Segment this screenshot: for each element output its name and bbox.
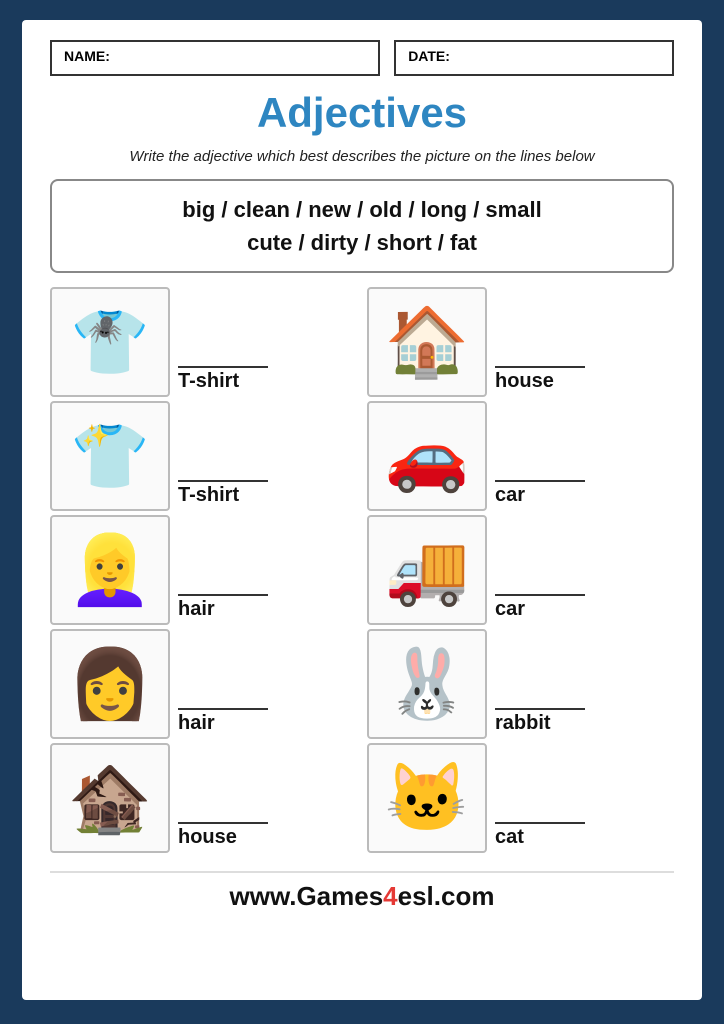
word-hair-1: hair bbox=[178, 598, 215, 621]
name-label: NAME: bbox=[64, 48, 110, 64]
answer-house-1: house bbox=[487, 366, 674, 397]
image-cat: 🐱 bbox=[367, 743, 487, 853]
image-short-hair: 👱‍♀️ bbox=[50, 515, 170, 625]
left-item-4: 👩 hair bbox=[50, 629, 357, 739]
answer-line-hair-1[interactable] bbox=[178, 594, 268, 596]
image-big-car: 🚚 bbox=[367, 515, 487, 625]
image-long-hair: 👩 bbox=[50, 629, 170, 739]
image-car-1: 🚗 bbox=[367, 401, 487, 511]
right-item-1: 🏠 house bbox=[367, 287, 674, 397]
word-bank-line2: cute / dirty / short / fat bbox=[70, 226, 654, 259]
left-item-2: 👕✨ T-shirt bbox=[50, 401, 357, 511]
answer-hair-2: hair bbox=[170, 708, 357, 739]
word-tshirt-2: T-shirt bbox=[178, 484, 239, 507]
worksheet-page: NAME: DATE: Adjectives Write the adjecti… bbox=[22, 20, 702, 1000]
right-item-5: 🐱 cat bbox=[367, 743, 674, 853]
answer-line-house-1[interactable] bbox=[495, 366, 585, 368]
word-bank-line1: big / clean / new / old / long / small bbox=[70, 193, 654, 226]
footer-text-before: www.Games bbox=[230, 881, 384, 911]
right-item-4: 🐰 rabbit bbox=[367, 629, 674, 739]
word-house-2: house bbox=[178, 826, 237, 849]
exercise-grid: 👕🕷️ T-shirt 🏠 house bbox=[50, 287, 674, 853]
exercise-row-5: 🏚️ house 🐱 cat bbox=[50, 743, 674, 853]
image-dirty-tshirt: 👕🕷️ bbox=[50, 287, 170, 397]
exercise-row-4: 👩 hair 🐰 rabbit bbox=[50, 629, 674, 739]
date-field[interactable]: DATE: bbox=[394, 40, 674, 76]
date-label: DATE: bbox=[408, 48, 450, 64]
left-item-5: 🏚️ house bbox=[50, 743, 357, 853]
word-tshirt-1: T-shirt bbox=[178, 370, 239, 393]
footer-four: 4 bbox=[383, 881, 397, 911]
page-title: Adjectives bbox=[50, 90, 674, 136]
page-subtitle: Write the adjective which best describes… bbox=[50, 148, 674, 165]
exercise-row-1: 👕🕷️ T-shirt 🏠 house bbox=[50, 287, 674, 397]
answer-line-car-1[interactable] bbox=[495, 480, 585, 482]
header-fields: NAME: DATE: bbox=[50, 40, 674, 76]
exercise-row-2: 👕✨ T-shirt 🚗 car bbox=[50, 401, 674, 511]
name-field[interactable]: NAME: bbox=[50, 40, 380, 76]
word-bank: big / clean / new / old / long / small c… bbox=[50, 179, 674, 273]
image-clean-tshirt: 👕✨ bbox=[50, 401, 170, 511]
word-cat: cat bbox=[495, 826, 524, 849]
word-house-1: house bbox=[495, 370, 554, 393]
answer-rabbit: rabbit bbox=[487, 708, 674, 739]
left-item-3: 👱‍♀️ hair bbox=[50, 515, 357, 625]
answer-house-2: house bbox=[170, 822, 357, 853]
word-hair-2: hair bbox=[178, 712, 215, 735]
answer-line-2[interactable] bbox=[178, 480, 268, 482]
answer-line-hair-2[interactable] bbox=[178, 708, 268, 710]
right-item-3: 🚚 car bbox=[367, 515, 674, 625]
word-rabbit: rabbit bbox=[495, 712, 551, 735]
image-rabbit: 🐰 bbox=[367, 629, 487, 739]
answer-car-2: car bbox=[487, 594, 674, 625]
word-car-2: car bbox=[495, 598, 525, 621]
answer-line-1[interactable] bbox=[178, 366, 268, 368]
answer-line-car-2[interactable] bbox=[495, 594, 585, 596]
image-old-house: 🏚️ bbox=[50, 743, 170, 853]
answer-line-house-2[interactable] bbox=[178, 822, 268, 824]
answer-line-rabbit[interactable] bbox=[495, 708, 585, 710]
footer: www.Games4esl.com bbox=[50, 871, 674, 912]
answer-tshirt-1: T-shirt bbox=[170, 366, 357, 397]
exercise-row-3: 👱‍♀️ hair 🚚 car bbox=[50, 515, 674, 625]
answer-line-cat[interactable] bbox=[495, 822, 585, 824]
image-house-1: 🏠 bbox=[367, 287, 487, 397]
word-car-1: car bbox=[495, 484, 525, 507]
answer-car-1: car bbox=[487, 480, 674, 511]
answer-hair-1: hair bbox=[170, 594, 357, 625]
left-item-1: 👕🕷️ T-shirt bbox=[50, 287, 357, 397]
footer-text-after: esl.com bbox=[398, 881, 495, 911]
answer-tshirt-2: T-shirt bbox=[170, 480, 357, 511]
right-item-2: 🚗 car bbox=[367, 401, 674, 511]
answer-cat: cat bbox=[487, 822, 674, 853]
